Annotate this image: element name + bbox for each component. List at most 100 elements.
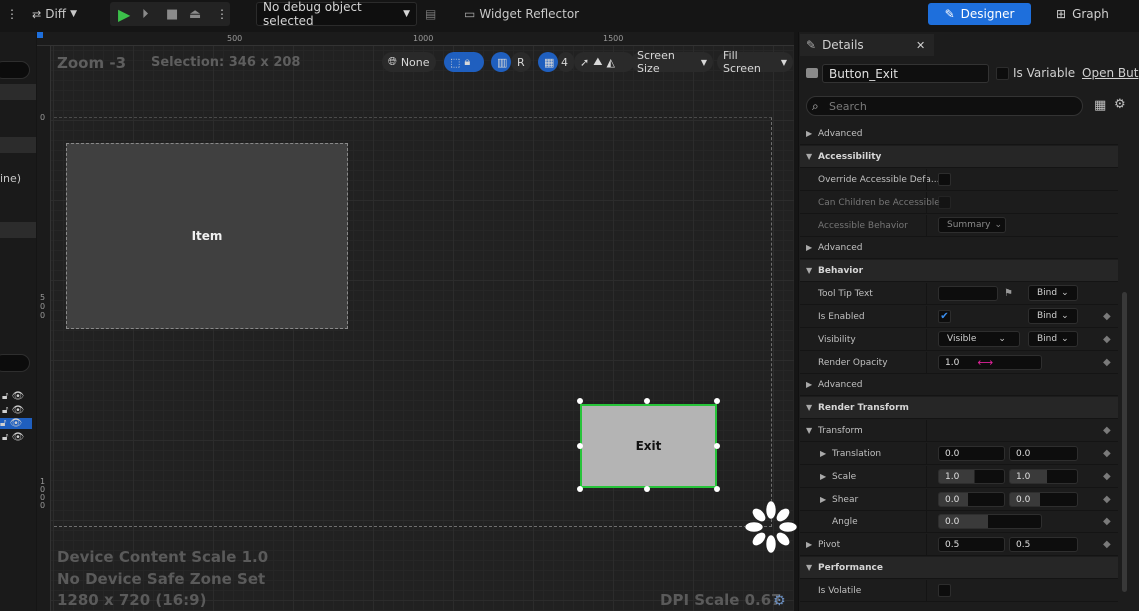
- palette-search-input[interactable]: [0, 61, 30, 79]
- resize-handle[interactable]: [714, 443, 720, 449]
- step-icon[interactable]: ⏵: [142, 2, 149, 26]
- gear-icon[interactable]: ⚙: [773, 593, 786, 609]
- exit-button-widget[interactable]: Exit: [580, 404, 717, 488]
- resize-handle[interactable]: [577, 443, 583, 449]
- advanced-section[interactable]: ▶ Advanced: [800, 374, 1118, 396]
- scale-x-input[interactable]: 1.0: [938, 469, 1005, 484]
- tab-details[interactable]: ✎ Details ✕: [800, 34, 934, 56]
- open-blueprint-link[interactable]: Open But: [1082, 66, 1138, 80]
- reset-diamond-icon[interactable]: ◆: [1103, 471, 1111, 482]
- chevron-down-icon: ⌄: [1061, 311, 1069, 321]
- translation-y-input[interactable]: 0.0: [1009, 446, 1078, 461]
- widget-reflector-button[interactable]: ▭ Widget Reflector: [464, 2, 579, 26]
- is-volatile-checkbox[interactable]: [938, 584, 951, 597]
- graph-mode-button[interactable]: ⊞ Graph: [1056, 3, 1126, 25]
- designer-mode-button[interactable]: ✎ Designer: [928, 3, 1031, 25]
- palette-category[interactable]: [0, 84, 36, 100]
- shear-y-input[interactable]: 0.0: [1009, 492, 1078, 507]
- anchor-icon[interactable]: [745, 500, 797, 554]
- override-accessible-checkbox[interactable]: [938, 173, 951, 186]
- lock-visibility-row[interactable]: 🔓︎ 👁︎: [2, 432, 24, 443]
- lock-visibility-row-selected[interactable]: 🔓︎ 👁︎: [0, 418, 32, 429]
- render-toggle[interactable]: R: [511, 52, 531, 72]
- more-options-icon[interactable]: ⋮: [6, 2, 18, 26]
- reset-diamond-icon[interactable]: ◆: [1103, 334, 1111, 345]
- bind-dropdown[interactable]: Bind ⌄: [1028, 285, 1078, 301]
- diff-button[interactable]: ⇄ Diff ▼: [32, 2, 77, 26]
- details-search-input[interactable]: ⌕ Search: [806, 96, 1083, 116]
- eject-icon[interactable]: ⏏: [189, 2, 201, 26]
- reset-diamond-icon[interactable]: ◆: [1103, 539, 1111, 550]
- resize-handle[interactable]: [644, 486, 650, 492]
- settings-gear-icon[interactable]: ⚙: [1114, 97, 1126, 112]
- scale-y-input[interactable]: 1.0: [1009, 469, 1078, 484]
- details-scrollbar[interactable]: [1122, 292, 1127, 592]
- advanced-section[interactable]: ▶ Advanced: [800, 123, 1118, 145]
- respect-locks-toggle[interactable]: ⬚ 🔒︎: [444, 52, 484, 72]
- is-enabled-checkbox[interactable]: ✔: [938, 310, 951, 323]
- bind-dropdown[interactable]: Bind ⌄: [1028, 331, 1078, 347]
- resize-handle[interactable]: [714, 486, 720, 492]
- expand-arrow-icon[interactable]: ▶: [820, 495, 826, 504]
- pivot-y-input[interactable]: 0.5: [1009, 537, 1078, 552]
- render-transform-category[interactable]: ▼ Render Transform: [800, 397, 1118, 419]
- shear-x-input[interactable]: 0.0: [938, 492, 1005, 507]
- play-options-icon[interactable]: ⋮: [216, 2, 228, 26]
- stop-icon[interactable]: ■: [166, 2, 178, 26]
- lock-icon: 🔒︎: [464, 55, 471, 68]
- play-icon[interactable]: ▶: [118, 2, 130, 26]
- palette-category[interactable]: [0, 137, 36, 153]
- accessible-behavior-dropdown[interactable]: Summary ⌄: [938, 217, 1006, 233]
- palette-category[interactable]: [0, 222, 36, 238]
- reset-diamond-icon[interactable]: ◆: [1103, 494, 1111, 505]
- visibility-dropdown[interactable]: Visible ⌄: [938, 331, 1020, 347]
- angle-input[interactable]: 0.0: [938, 514, 1042, 529]
- resize-handle[interactable]: [577, 398, 583, 404]
- performance-category[interactable]: ▼ Performance: [800, 557, 1118, 579]
- resize-handle[interactable]: [644, 398, 650, 404]
- accessibility-category[interactable]: ▼ Accessibility: [800, 146, 1118, 168]
- vertical-ruler: 0 5 0 0 1 0 0 0: [37, 46, 51, 611]
- reset-diamond-icon[interactable]: ◆: [1103, 311, 1111, 322]
- reset-diamond-icon[interactable]: ◆: [1103, 425, 1111, 436]
- expand-arrow-icon[interactable]: ▶: [820, 449, 826, 458]
- behavior-category[interactable]: ▼ Behavior: [800, 260, 1118, 282]
- screen-size-label: Screen Size: [637, 49, 675, 75]
- screen-size-dropdown[interactable]: Screen Size ▼: [631, 49, 713, 75]
- lock-visibility-row[interactable]: 🔓︎ 👁︎: [2, 391, 24, 402]
- widget-name-input[interactable]: Button_Exit: [822, 64, 989, 83]
- selection-size: Selection: 346 x 208: [151, 55, 301, 70]
- fill-screen-dropdown[interactable]: Fill Screen ▼: [717, 49, 793, 75]
- preview-mode-group[interactable]: ➚ ⛰︎ ◭: [574, 52, 634, 72]
- reset-diamond-icon[interactable]: ◆: [1103, 516, 1111, 527]
- flag-icon[interactable]: ⚑: [1004, 288, 1013, 299]
- item-widget[interactable]: Item: [66, 143, 348, 329]
- reset-diamond-icon[interactable]: ◆: [1103, 357, 1111, 368]
- grid-snap-toggle[interactable]: ▦: [538, 52, 558, 72]
- debug-object-dropdown[interactable]: No debug object selected ▼: [256, 0, 417, 28]
- is-variable-checkbox[interactable]: [996, 67, 1009, 80]
- tooltip-input[interactable]: [938, 286, 998, 301]
- render-opacity-input[interactable]: 1.0 ⟷: [938, 355, 1042, 370]
- browse-debug-icon[interactable]: ▤: [425, 2, 436, 26]
- bind-dropdown[interactable]: Bind ⌄: [1028, 308, 1078, 324]
- localization-preview-button[interactable]: 🌐︎ None: [382, 52, 436, 72]
- chevron-down-icon: ⌄: [994, 220, 1003, 230]
- advanced-section[interactable]: ▶ Advanced: [800, 237, 1118, 259]
- table-view-icon[interactable]: ▦: [1094, 98, 1106, 113]
- transform-row[interactable]: ▼ Transform ◆: [800, 420, 1118, 442]
- search-icon: ⌕: [812, 98, 819, 113]
- resize-handle[interactable]: [714, 398, 720, 404]
- translation-x-input[interactable]: 0.0: [938, 446, 1005, 461]
- lock-visibility-row[interactable]: 🔓︎ 👁︎: [2, 405, 24, 416]
- reset-diamond-icon[interactable]: ◆: [1103, 448, 1111, 459]
- resize-handle[interactable]: [577, 486, 583, 492]
- grid-size-dropdown[interactable]: 4: [558, 52, 574, 72]
- pivot-x-input[interactable]: 0.5: [938, 537, 1005, 552]
- hierarchy-search-input[interactable]: [0, 354, 30, 372]
- expand-arrow-icon[interactable]: ▶: [820, 472, 826, 481]
- children-accessible-checkbox[interactable]: [938, 196, 951, 209]
- expand-arrow-icon[interactable]: ▶: [806, 540, 812, 549]
- outline-toggle[interactable]: ▥: [491, 52, 511, 72]
- close-icon[interactable]: ✕: [916, 39, 925, 52]
